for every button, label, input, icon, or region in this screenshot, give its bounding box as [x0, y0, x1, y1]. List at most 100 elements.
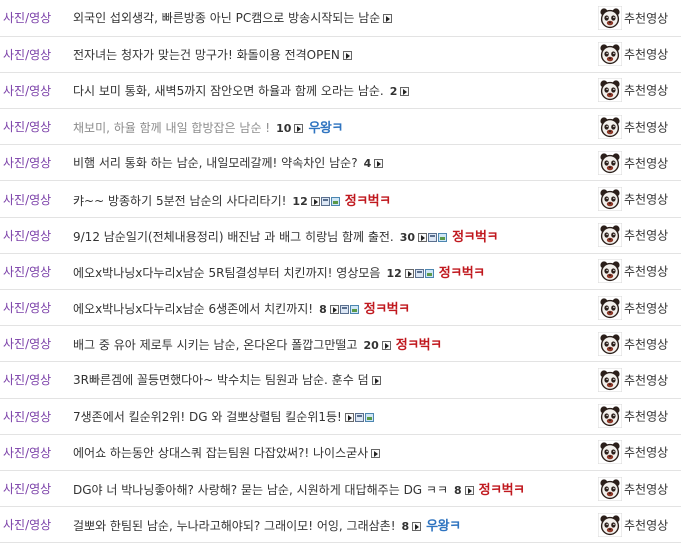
video-icon — [342, 50, 352, 60]
writer-cell[interactable]: 추천영상 — [597, 506, 681, 543]
writer-name: 추천영상 — [624, 192, 669, 207]
avatar-icon — [598, 150, 622, 175]
attachment-icons — [369, 373, 381, 387]
writer-cell[interactable]: 추천영상 — [597, 36, 681, 73]
category-link[interactable]: 사진/영상 — [0, 361, 66, 399]
post-title-link[interactable]: 에어쇼 하는동안 상대스쿼 잡는팀원 다잡았써?! 나이스굳사 — [73, 446, 368, 460]
video-icon — [381, 341, 391, 351]
writer-name: 추천영상 — [624, 337, 669, 352]
post-title-link[interactable]: 비햄 서리 통화 하는 남순, 내일모레갈께! 약속차인 남순? — [73, 156, 358, 170]
category-link[interactable]: 사진/영상 — [0, 0, 66, 37]
video-icon — [310, 196, 320, 206]
comment-count: 10 — [276, 122, 292, 136]
writer-cell[interactable]: 추천영상 — [597, 289, 681, 327]
post-title-cell: 에어쇼 하는동안 상대스쿼 잡는팀원 다잡았써?! 나이스굳사 — [66, 434, 597, 471]
attachment-icons — [340, 48, 352, 62]
post-title-cell: DG야 너 박나닝좋아해? 사랑해? 묻는 남순, 시원하게 대답해주는 DG … — [66, 470, 597, 508]
post-title-link[interactable]: 다시 보미 통화, 새벽5까지 잠안오면 하율과 함께 오라는 남순. — [73, 84, 384, 98]
category-link[interactable]: 사진/영상 — [0, 506, 66, 543]
attachment-icons — [409, 519, 422, 533]
writer-cell[interactable]: 추천영상 — [597, 470, 681, 508]
writer-cell[interactable]: 추천영상 — [597, 180, 681, 218]
post-title-link[interactable]: 배그 중 유아 제로투 시키는 남순, 온다온다 폴깝그만떨고 — [73, 338, 357, 352]
category-link[interactable]: 사진/영상 — [0, 217, 66, 254]
video-icon — [374, 159, 384, 169]
post-title-link[interactable]: 에오x박나닝x다누리x남순 6생존에서 치킨까지! — [73, 302, 313, 316]
reaction-badge: 정ㅋ벅ㅋ — [344, 193, 391, 209]
category-link[interactable]: 사진/영상 — [0, 36, 66, 73]
post-title-cell: 캬~~ 방종하기 5분전 남순의 사다리타기! 12 정ㅋ벅ㅋ — [66, 180, 597, 218]
post-title-link[interactable]: 전자녀는 청자가 맞는건 망구가! 화돌이용 전격OPEN — [73, 48, 340, 62]
category-link[interactable]: 사진/영상 — [0, 398, 66, 435]
category-link[interactable]: 사진/영상 — [0, 144, 66, 182]
comment-count: 30 — [399, 230, 416, 244]
category-link[interactable]: 사진/영상 — [0, 253, 66, 291]
post-title-link[interactable]: 채보미, 하율 함께 내일 합방잡은 남순 ! — [73, 121, 270, 135]
attachment-icons — [380, 11, 393, 25]
writer-name: 추천영상 — [624, 156, 669, 171]
writer-cell[interactable]: 추천영상 — [597, 144, 681, 182]
list-item: 사진/영상 에어쇼 하는동안 상대스쿼 잡는팀원 다잡았써?! 나이스굳사 추천… — [0, 434, 681, 471]
category-link[interactable]: 사진/영상 — [0, 325, 66, 363]
list-item: 사진/영상 걸뽀와 한팀된 남순, 누나라고해야되? 그래이모! 어잉, 그래삼… — [0, 506, 681, 543]
post-title-link[interactable]: 7생존에서 킬순위2위! DG 와 걸뽀상렬팀 킬순위1등! — [73, 410, 342, 424]
category-link[interactable]: 사진/영상 — [0, 470, 66, 508]
writer-name: 추천영상 — [624, 518, 669, 533]
avatar-icon — [598, 42, 622, 67]
category-link[interactable]: 사진/영상 — [0, 108, 66, 146]
category-label: 사진/영상 — [3, 337, 52, 352]
list-item: 사진/영상 에오x박나닝x다누리x남순 6생존에서 치킨까지! 8 정ㅋ벅ㅋ 추천영… — [0, 289, 681, 327]
video-icon — [404, 268, 414, 278]
writer-cell[interactable]: 추천영상 — [597, 325, 681, 363]
post-title-cell: 7생존에서 킬순위2위! DG 와 걸뽀상렬팀 킬순위1등! — [66, 398, 597, 435]
category-label: 사진/영상 — [3, 373, 52, 388]
category-link[interactable]: 사진/영상 — [0, 72, 66, 110]
avatar-icon — [598, 440, 622, 465]
post-title-link[interactable]: 외국인 섭외생각, 빠른방종 아닌 PC캠으로 방송시작되는 남순 — [73, 11, 380, 25]
attachment-icons — [379, 338, 391, 352]
reaction-badge: 우왕ㅋ — [426, 519, 461, 535]
avatar-icon — [598, 512, 622, 537]
post-title-link[interactable]: DG야 너 박나닝좋아해? 사랑해? 묻는 남순, 시원하게 대답해주는 DG … — [73, 483, 448, 497]
category-label: 사진/영상 — [3, 301, 52, 316]
category-label: 사진/영상 — [3, 47, 52, 62]
image-icon — [364, 412, 374, 422]
category-label: 사진/영상 — [3, 264, 52, 279]
writer-cell[interactable]: 추천영상 — [597, 72, 681, 110]
writer-cell[interactable]: 추천영상 — [597, 398, 681, 435]
post-title-link[interactable]: 캬~~ 방종하기 5분전 남순의 사다리타기! — [73, 194, 286, 208]
post-title-link[interactable]: 3R빠른겜에 꼴등면했다아~ 박수치는 팀원과 남순. 훈수 덤 — [73, 373, 369, 387]
video-icon — [294, 124, 304, 134]
post-title-link[interactable]: 9/12 남순일기(전체내용정리) 배진남 과 배그 히랑님 함께 출전. — [73, 230, 394, 244]
category-link[interactable]: 사진/영상 — [0, 289, 66, 327]
writer-cell[interactable]: 추천영상 — [597, 108, 681, 146]
writer-cell[interactable]: 추천영상 — [597, 361, 681, 399]
writer-name: 추천영상 — [624, 11, 669, 26]
writer-name: 추천영상 — [624, 47, 669, 62]
writer-name: 추천영상 — [624, 83, 669, 98]
category-label: 사진/영상 — [3, 445, 52, 460]
save-icon — [354, 412, 364, 422]
writer-name: 추천영상 — [624, 373, 669, 388]
post-title-link[interactable]: 에오x박나닝x다누리x남순 5R팀결성부터 치킨까지! 영상모음 — [73, 266, 380, 280]
attachment-icons — [371, 156, 384, 170]
writer-cell[interactable]: 추천영상 — [597, 217, 681, 254]
avatar-icon — [598, 367, 622, 392]
save-icon — [414, 268, 424, 278]
writer-cell[interactable]: 추천영상 — [597, 253, 681, 291]
post-title-link[interactable]: 걸뽀와 한팀된 남순, 누나라고해야되? 그래이모! 어잉, 그래삼촌! — [73, 519, 396, 533]
post-title-cell: 에오x박나닝x다누리x남순 6생존에서 치킨까지! 8 정ㅋ벅ㅋ — [66, 289, 597, 327]
avatar-icon — [598, 476, 622, 501]
writer-cell[interactable]: 추천영상 — [597, 0, 681, 37]
avatar-icon — [598, 404, 622, 429]
category-label: 사진/영상 — [3, 482, 52, 497]
attachment-icons — [368, 446, 381, 460]
reaction-badge: 정ㅋ벅ㅋ — [438, 265, 485, 281]
category-link[interactable]: 사진/영상 — [0, 434, 66, 471]
writer-cell[interactable]: 추천영상 — [597, 434, 681, 471]
category-link[interactable]: 사진/영상 — [0, 180, 66, 218]
save-icon — [428, 232, 438, 242]
list-item: 사진/영상 배그 중 유아 제로투 시키는 남순, 온다온다 폴깝그만떨고 20 정… — [0, 325, 681, 363]
save-icon — [320, 196, 330, 206]
reaction-badge: 정ㅋ벅ㅋ — [452, 229, 498, 245]
